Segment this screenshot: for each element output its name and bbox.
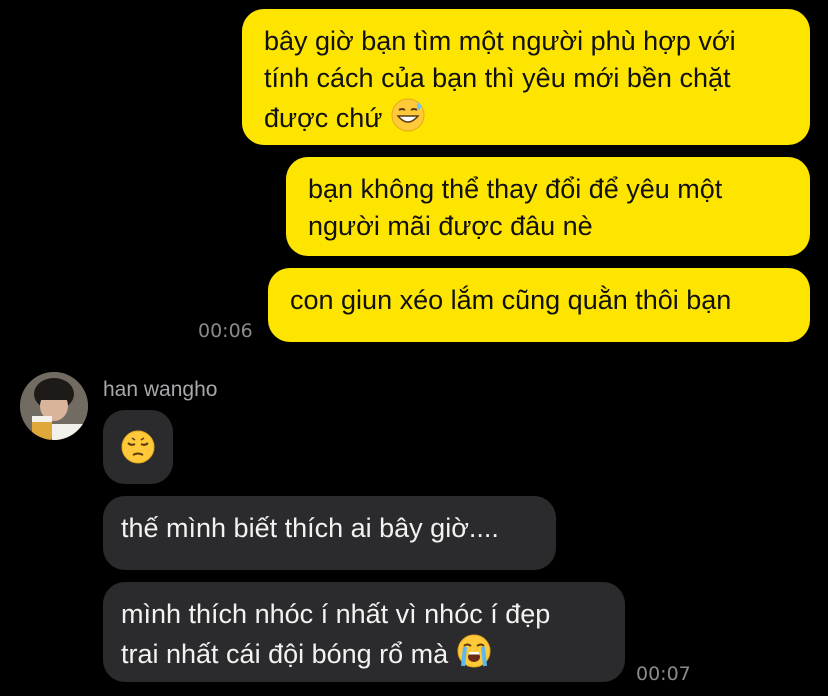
message-line-with-emoji: trai nhất cái đội bóng rổ mà (121, 633, 607, 679)
message-line: thế mình biết thích ai bây giờ.... (121, 513, 499, 543)
loudly-crying-face-icon (456, 633, 492, 679)
incoming-message-bubble[interactable]: thế mình biết thích ai bây giờ.... (103, 496, 556, 570)
message-line: bây giờ bạn tìm một người phù hợp với (264, 26, 736, 56)
sender-avatar[interactable] (20, 372, 88, 440)
incoming-message-bubble[interactable]: mình thích nhóc í nhất vì nhóc í đẹp tra… (103, 582, 625, 682)
message-line: người mãi được đâu nè (308, 211, 593, 241)
outgoing-message-bubble[interactable]: bây giờ bạn tìm một người phù hợp với tí… (242, 9, 810, 145)
message-line: bạn không thể thay đổi để yêu một (308, 174, 723, 204)
outgoing-message-bubble[interactable]: bạn không thể thay đổi để yêu một người … (286, 157, 810, 256)
message-timestamp: 00:07 (636, 663, 691, 685)
sender-name: han wangho (103, 378, 218, 401)
message-line: trai nhất cái đội bóng rổ mà (121, 639, 449, 669)
outgoing-message-bubble[interactable]: con giun xéo lắm cũng quằn thôi bạn (268, 268, 810, 342)
message-line: mình thích nhóc í nhất vì nhóc í đẹp (121, 599, 551, 629)
message-timestamp: 00:06 (198, 320, 253, 342)
message-line: được chứ (264, 103, 383, 133)
grinning-sweat-face-icon (390, 97, 426, 143)
message-line: con giun xéo lắm cũng quằn thôi bạn (290, 285, 732, 315)
profile-photo-avatar (20, 372, 88, 440)
incoming-message-bubble[interactable] (103, 410, 173, 484)
pensive-face-icon (120, 429, 156, 475)
message-line: tính cách của bạn thì yêu mới bền chặt (264, 63, 731, 93)
message-line-with-emoji: được chứ (264, 97, 788, 143)
